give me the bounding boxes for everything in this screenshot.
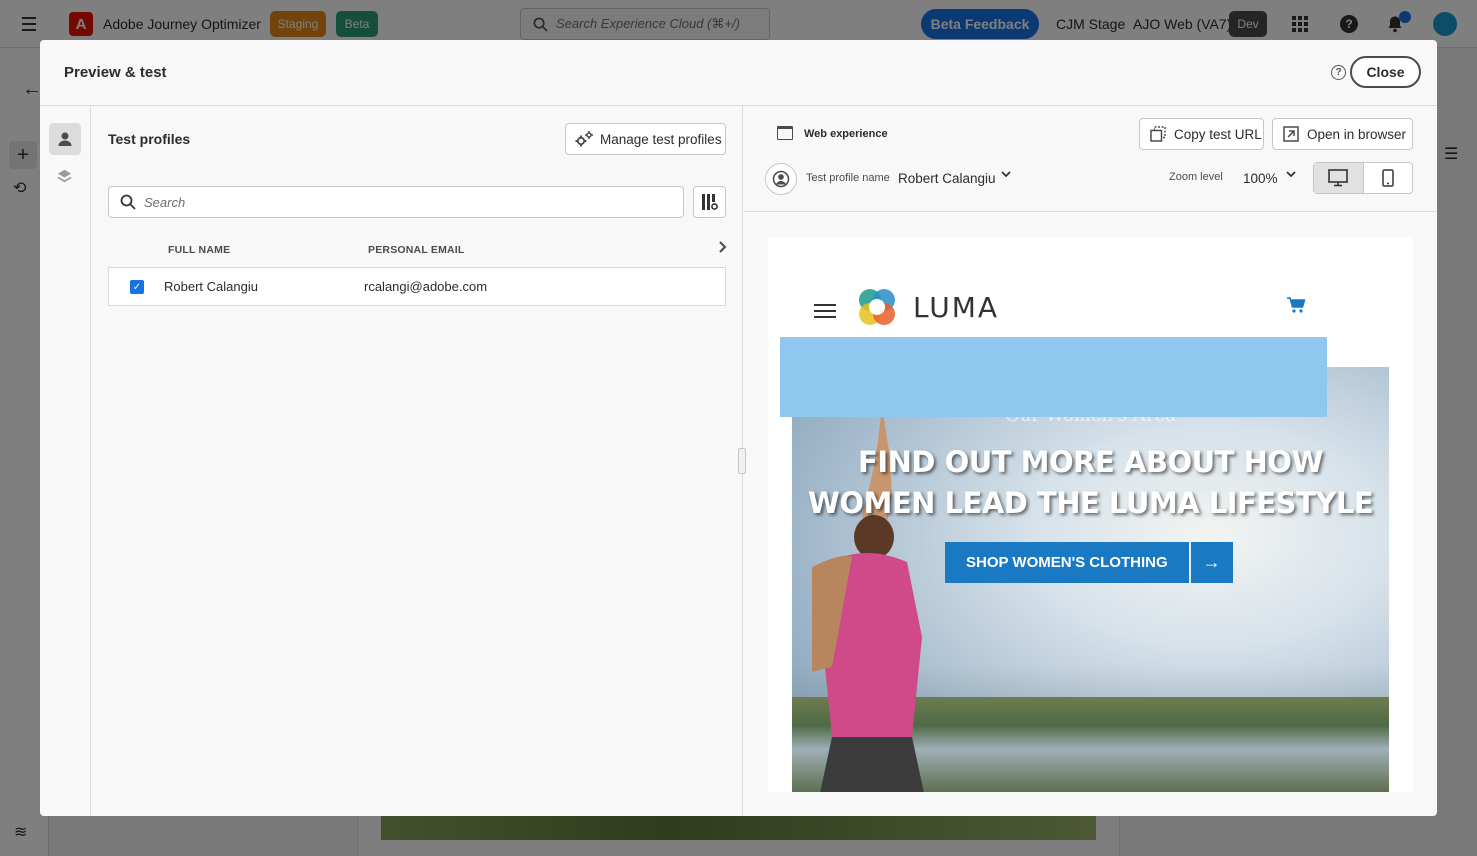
- copy-icon: [1150, 126, 1166, 142]
- dialog-title: Preview & test: [64, 64, 167, 81]
- test-profiles-pane: Test profiles Manage test profiles Searc…: [91, 106, 743, 816]
- hero-banner[interactable]: Our Women's Area FIND OUT MORE ABOUT HOW…: [792, 367, 1389, 792]
- copy-test-url-button[interactable]: Copy test URL: [1139, 118, 1264, 150]
- hero-heading: FIND OUT MORE ABOUT HOW WOMEN LEAD THE L…: [792, 442, 1389, 524]
- highlighted-placement-overlay: [780, 337, 1327, 417]
- user-icon: [58, 132, 72, 146]
- web-experience-icon: [777, 126, 793, 140]
- desktop-icon: [1328, 169, 1349, 187]
- hamburger-icon[interactable]: [814, 300, 836, 322]
- copy-test-url-label: Copy test URL: [1174, 126, 1262, 142]
- chevron-down-icon[interactable]: [1000, 168, 1012, 180]
- test-profile-picker[interactable]: Robert Calangiu: [898, 171, 996, 186]
- search-icon: [120, 194, 136, 210]
- web-experience-label: Web experience: [804, 128, 888, 140]
- external-link-icon: [1283, 126, 1299, 142]
- layers-tab[interactable]: [56, 168, 73, 185]
- column-header-personal-email[interactable]: PERSONAL EMAIL: [368, 244, 465, 256]
- desktop-toggle-button[interactable]: [1314, 163, 1363, 193]
- profile-search-placeholder: Search: [144, 194, 186, 210]
- cell-personal-email: rcalangi@adobe.com: [364, 279, 488, 294]
- shop-womens-clothing-label: SHOP WOMEN'S CLOTHING: [945, 542, 1189, 583]
- chevron-right-icon[interactable]: [718, 240, 728, 254]
- website-preview-frame[interactable]: LUMA Our Women's Area FIND OUT MORE ABOU…: [768, 237, 1413, 792]
- shop-womens-clothing-button[interactable]: SHOP WOMEN'S CLOTHING →: [945, 542, 1233, 583]
- profile-avatar-icon: [765, 163, 797, 195]
- column-settings-button[interactable]: [693, 186, 726, 218]
- table-row[interactable]: ✓ Robert Calangiu rcalangi@adobe.com: [108, 267, 726, 306]
- column-settings-icon: [701, 194, 718, 210]
- dialog-side-rail: [40, 106, 91, 816]
- zoom-level-label: Zoom level: [1169, 171, 1223, 183]
- profile-search-input[interactable]: Search: [108, 186, 684, 218]
- open-in-browser-label: Open in browser: [1307, 126, 1407, 142]
- dialog-header: Preview & test ? Close: [40, 40, 1437, 106]
- mobile-icon: [1382, 169, 1394, 187]
- preview-toolbar-divider: [744, 211, 1437, 212]
- manage-test-profiles-label: Manage test profiles: [600, 131, 722, 147]
- test-profiles-title: Test profiles: [108, 131, 191, 147]
- cart-icon[interactable]: [1286, 296, 1306, 314]
- test-profile-name-label: Test profile name: [806, 172, 890, 184]
- row-checkbox[interactable]: ✓: [130, 280, 144, 294]
- cell-full-name: Robert Calangiu: [164, 279, 258, 294]
- zoom-level-picker[interactable]: 100%: [1243, 171, 1278, 186]
- manage-test-profiles-button[interactable]: Manage test profiles: [565, 123, 726, 155]
- arrow-right-icon: →: [1190, 542, 1233, 583]
- layers-icon: [57, 169, 72, 183]
- column-header-full-name[interactable]: FULL NAME: [168, 244, 230, 256]
- test-profiles-tab[interactable]: [49, 123, 81, 155]
- hero-heading-line-1: FIND OUT MORE ABOUT HOW: [858, 445, 1323, 479]
- luma-brand: LUMA: [913, 291, 1000, 324]
- help-icon[interactable]: ?: [1331, 65, 1346, 80]
- mobile-toggle-button[interactable]: [1364, 163, 1413, 193]
- preview-test-dialog: Preview & test ? Close Test profiles Man…: [40, 40, 1437, 816]
- open-in-browser-button[interactable]: Open in browser: [1272, 118, 1413, 150]
- luma-logo-icon: [859, 289, 895, 325]
- chevron-down-icon[interactable]: [1285, 168, 1297, 180]
- hero-heading-line-2: WOMEN LEAD THE LUMA LIFESTYLE: [807, 486, 1374, 520]
- device-toggle: [1313, 162, 1413, 194]
- web-preview-pane: Web experience Copy test URL Open in bro…: [744, 106, 1437, 816]
- gear-icon: [575, 131, 593, 147]
- close-button[interactable]: Close: [1350, 56, 1421, 88]
